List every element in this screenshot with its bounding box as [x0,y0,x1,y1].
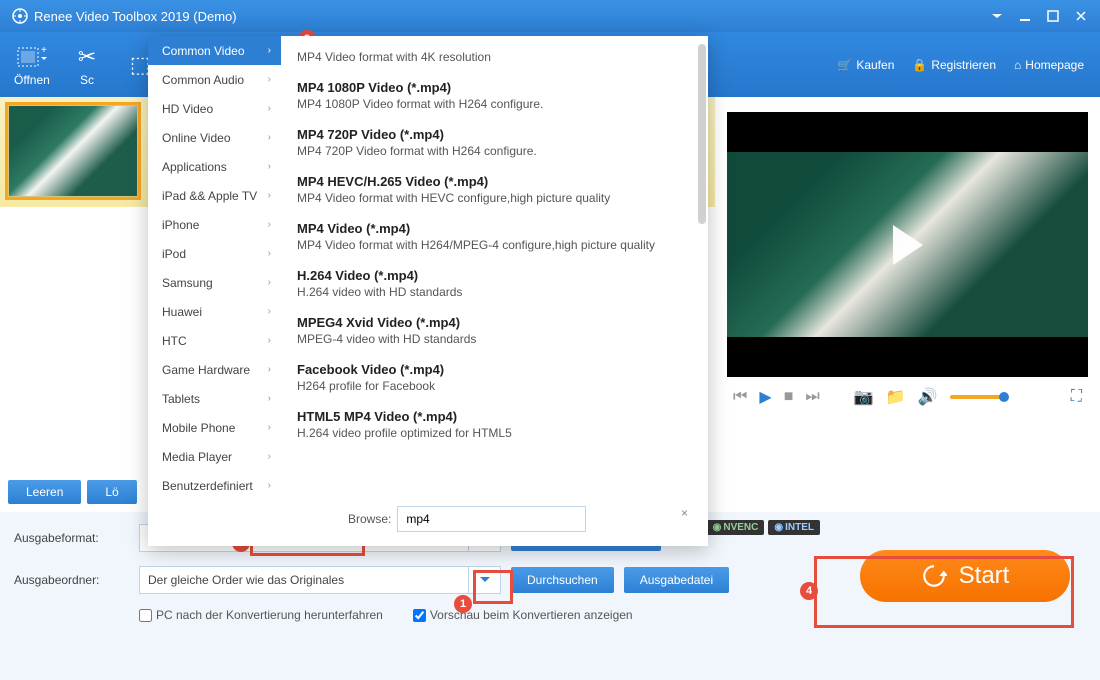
clear-search-icon[interactable]: × [681,506,688,520]
shutdown-checkbox[interactable]: PC nach der Konvertierung herunterfahren [139,608,383,622]
prev-button[interactable]: ⏮ [733,388,747,406]
category-item[interactable]: Common Audio› [148,65,281,94]
output-file-button[interactable]: Ausgabedatei [624,567,729,593]
category-item[interactable]: Media Player› [148,442,281,471]
folder-dropdown[interactable]: Der gleiche Order wie das Originales [139,566,469,594]
cut-button[interactable]: ✂ Sc [64,32,110,97]
refresh-icon [921,563,947,589]
browse-button[interactable]: Durchsuchen [511,567,614,593]
category-item[interactable]: Game Hardware› [148,355,281,384]
next-button[interactable]: ⏭ [805,388,819,406]
category-item[interactable]: Common Video› [148,36,281,65]
filmstrip-add-icon: + [17,43,47,71]
minimize-icon[interactable] [1018,9,1032,23]
format-item[interactable]: HTML5 MP4 Video (*.mp4)H.264 video profi… [281,401,708,448]
category-item[interactable]: HD Video› [148,94,281,123]
menu-dropdown-icon[interactable] [990,9,1004,23]
play-button[interactable]: ▶ [759,387,771,407]
format-item[interactable]: MP4 720P Video (*.mp4)MP4 720P Video for… [281,119,708,166]
open-button[interactable]: + Öffnen [0,32,64,97]
video-thumbnail[interactable] [8,105,138,197]
play-overlay-icon[interactable] [893,225,923,265]
format-item[interactable]: MP4 HEVC/H.265 Video (*.mp4)MP4 Video fo… [281,166,708,213]
stop-button[interactable]: ■ [784,388,794,406]
scrollbar[interactable] [698,44,706,224]
folder-label: Ausgabeordner: [14,573,139,587]
nvenc-badge: ◉ NVENC [707,520,765,535]
format-item[interactable]: MPEG4 Xvid Video (*.mp4)MPEG-4 video wit… [281,307,708,354]
maximize-icon[interactable] [1046,9,1060,23]
svg-text:+: + [41,45,47,56]
player-controls: ⏮ ▶ ■ ⏭ 📷 📁 🔊 ⛶ [727,377,1088,417]
app-title: Renee Video Toolbox 2019 (Demo) [34,9,237,24]
fullscreen-button[interactable]: ⛶ [1071,388,1082,406]
volume-icon[interactable]: 🔊 [918,387,938,407]
format-item[interactable]: Facebook Video (*.mp4)H264 profile for F… [281,354,708,401]
preview-checkbox[interactable]: Vorschau beim Konvertieren anzeigen [413,608,633,622]
titlebar: Renee Video Toolbox 2019 (Demo) [0,0,1100,32]
clear-button[interactable]: Leeren [8,480,81,504]
snapshot-button[interactable]: 📷 [854,387,874,407]
category-item[interactable]: HTC› [148,326,281,355]
buy-link[interactable]: 🛒Kaufen [837,58,894,72]
format-item[interactable]: H.264 Video (*.mp4)H.264 video with HD s… [281,260,708,307]
format-search-input[interactable] [397,506,586,532]
format-label: Ausgabeformat: [14,531,139,545]
format-item[interactable]: MP4 Video format with 4K resolution [281,42,708,72]
volume-slider[interactable] [950,395,1005,399]
format-selector-panel: Common Video›Common Audio›HD Video›Onlin… [148,36,708,546]
cart-icon: 🛒 [837,58,852,72]
folder-button[interactable]: 📁 [886,387,906,407]
category-item[interactable]: Mobile Phone› [148,413,281,442]
scissors-icon: ✂ [78,43,96,71]
start-button[interactable]: Start [860,550,1070,602]
delete-button[interactable]: Lö [87,480,136,504]
category-item[interactable]: Applications› [148,152,281,181]
category-item[interactable]: Benutzerdefiniert› [148,471,281,500]
intel-badge: ◉ INTEL [768,520,820,535]
category-item[interactable]: iPhone› [148,210,281,239]
lock-icon: 🔒 [912,58,927,72]
category-item[interactable]: iPad && Apple TV› [148,181,281,210]
browse-label: Browse: [348,512,391,526]
category-item[interactable]: Huawei› [148,297,281,326]
format-item[interactable]: MP4 1080P Video (*.mp4)MP4 1080P Video f… [281,72,708,119]
homepage-link[interactable]: ⌂Homepage [1014,58,1084,72]
format-item[interactable]: MP4 Video (*.mp4)MP4 Video format with H… [281,213,708,260]
category-item[interactable]: iPod› [148,239,281,268]
category-item[interactable]: Tablets› [148,384,281,413]
app-logo-icon [12,8,28,24]
register-link[interactable]: 🔒Registrieren [912,58,996,72]
format-list: MP4 Video format with 4K resolutionMP4 1… [281,36,708,498]
folder-dropdown-toggle[interactable] [469,566,501,594]
video-preview[interactable] [727,112,1088,377]
close-icon[interactable] [1074,9,1088,23]
home-icon: ⌂ [1014,58,1021,72]
category-item[interactable]: Online Video› [148,123,281,152]
category-item[interactable]: Samsung› [148,268,281,297]
category-list: Common Video›Common Audio›HD Video›Onlin… [148,36,281,506]
